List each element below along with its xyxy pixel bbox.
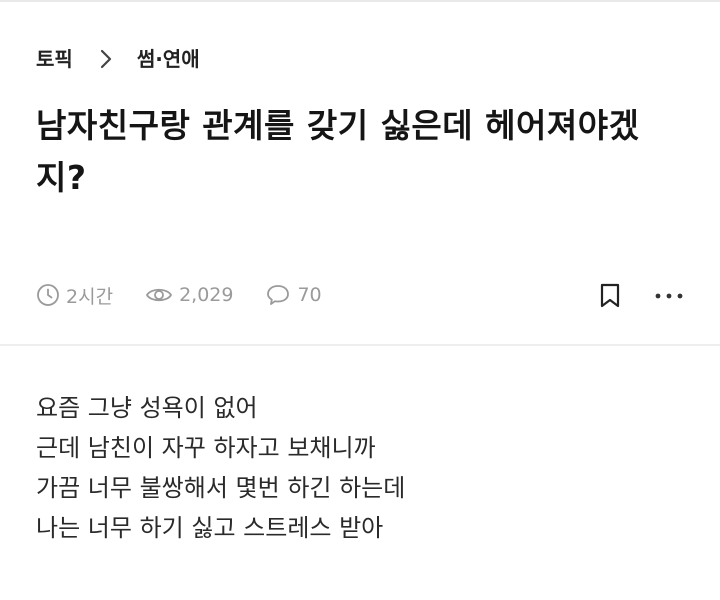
post-comments-count: 70 bbox=[297, 284, 322, 306]
post-time-text: 2시간 bbox=[66, 285, 114, 308]
bookmark-icon bbox=[600, 283, 620, 308]
comment-bubble-icon bbox=[267, 285, 290, 305]
post-body-line: 나는 너무 하기 싫고 스트레스 받아 bbox=[36, 514, 384, 542]
post-title: 남자친구랑 관계를 갖기 싫은데 헤어져야겠지? bbox=[36, 106, 640, 197]
post-body: 요즘 그냥 성욕이 없어 근데 남친이 자꾸 하자고 보채니까 가끔 너무 불쌍… bbox=[36, 388, 686, 548]
post-comments[interactable]: 70 bbox=[265, 283, 322, 307]
post-views: 2,029 bbox=[145, 283, 233, 307]
breadcrumb-topic-link[interactable]: 토픽 bbox=[36, 44, 73, 74]
breadcrumb-category-link[interactable]: 썸·연애 bbox=[137, 44, 200, 74]
chevron-right-icon bbox=[93, 46, 119, 72]
content-divider bbox=[0, 344, 720, 346]
post-meta: 2시간 2,029 70 bbox=[36, 278, 354, 312]
more-options-button[interactable] bbox=[652, 282, 686, 310]
top-divider bbox=[0, 0, 720, 2]
post-body-line: 근데 남친이 자꾸 하자고 보채니까 bbox=[36, 434, 376, 462]
post-body-line: 요즘 그냥 성욕이 없어 bbox=[36, 394, 258, 422]
more-dots-icon bbox=[655, 293, 683, 299]
bookmark-button[interactable] bbox=[596, 282, 624, 310]
post-body-line: 가끔 너무 불쌍해서 몇번 하긴 하는데 bbox=[36, 474, 406, 502]
eye-icon bbox=[146, 288, 172, 302]
clock-icon bbox=[37, 284, 59, 306]
post-time: 2시간 bbox=[36, 282, 113, 309]
breadcrumb: 토픽 썸·연애 bbox=[36, 44, 200, 74]
post-views-count: 2,029 bbox=[179, 284, 234, 306]
